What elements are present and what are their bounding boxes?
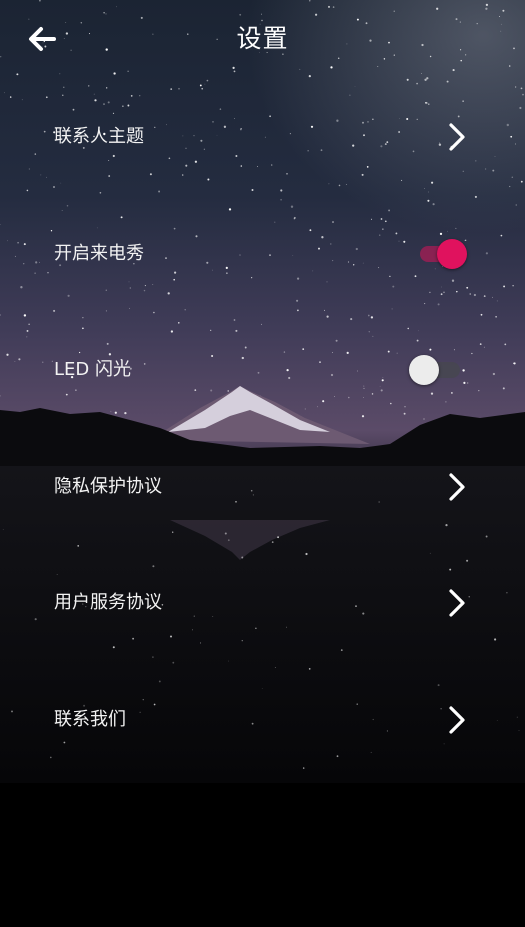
header-bar: 设置 — [0, 0, 525, 80]
caller-show-toggle[interactable] — [406, 234, 470, 274]
led-flash-toggle[interactable] — [406, 350, 470, 390]
setting-row-privacy-policy[interactable]: 隐私保护协议 — [0, 457, 525, 517]
bottom-area — [0, 783, 525, 927]
setting-label: 联系我们 — [54, 709, 126, 730]
chevron-right-icon — [449, 706, 465, 734]
setting-label: 隐私保护协议 — [54, 476, 162, 497]
chevron-right-icon — [449, 123, 465, 151]
setting-row-led-flash: LED 闪光 — [0, 340, 525, 400]
page-title: 设置 — [236, 24, 289, 53]
setting-label: LED 闪光 — [54, 359, 131, 380]
setting-row-user-agreement[interactable]: 用户服务协议 — [0, 573, 525, 633]
setting-label: 开启来电秀 — [54, 243, 144, 264]
setting-row-contact-us[interactable]: 联系我们 — [0, 690, 525, 750]
chevron-right-icon — [449, 589, 465, 617]
setting-label: 联系人主题 — [54, 126, 144, 147]
setting-row-caller-show: 开启来电秀 — [0, 224, 525, 284]
settings-screen: 设置 联系人主题 开启来电秀 LED 闪光 隐私保护协议 用户服务协议 联系我们 — [0, 0, 525, 927]
chevron-right-icon — [449, 473, 465, 501]
setting-label: 用户服务协议 — [54, 592, 162, 613]
setting-row-contact-theme[interactable]: 联系人主题 — [0, 107, 525, 167]
toggle-knob — [409, 355, 439, 385]
toggle-knob — [437, 239, 467, 269]
